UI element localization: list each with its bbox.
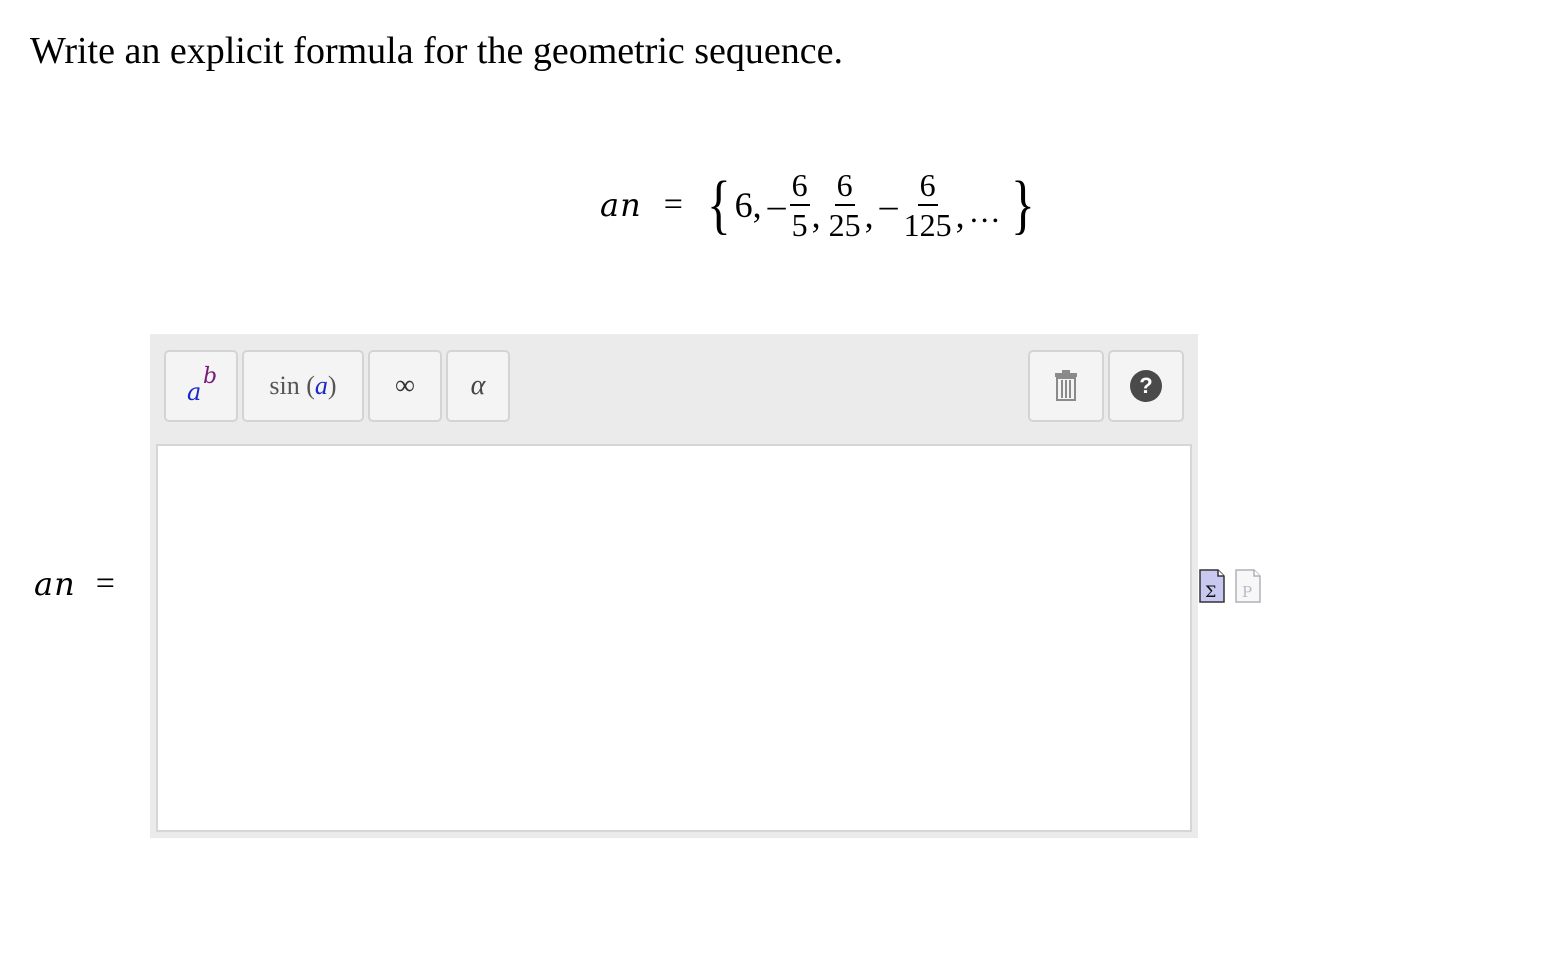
fraction-denominator: 5 [791,207,808,243]
fraction-numerator: 6 [834,166,855,206]
fraction-numerator: 6 [789,166,810,206]
help-button[interactable]: ? [1108,350,1184,422]
term-3-fraction: 6 25 [827,166,863,244]
term-4-fraction: 6 125 [902,166,954,244]
sin-label: sin [269,371,300,400]
sequence-display: an = { 6 , – 6 5 , 6 25 , – 6 125 , … } [600,160,1038,250]
alpha-icon: α [470,370,486,401]
ellipsis: … [968,193,1001,229]
answer-variable: an [34,565,76,603]
power-base: a [187,378,202,406]
equals-sign: = [95,565,115,602]
question-prompt: Write an explicit formula for the geomet… [30,30,844,72]
infinity-icon: ∞ [395,370,415,401]
comma: , [811,195,821,235]
fraction-denominator: 25 [828,207,861,243]
paren-close: ) [327,371,337,400]
close-brace: } [1010,168,1035,241]
sin-argument: a [314,371,328,400]
svg-text:P: P [1242,583,1252,601]
term-2-fraction: 6 5 [789,166,810,244]
svg-text:Σ: Σ [1205,582,1216,601]
minus-sign: – [767,185,786,225]
math-editor: a b sin (a) ∞ α ? [150,334,1198,838]
infinity-button[interactable]: ∞ [368,350,442,422]
comma: , [752,185,762,225]
paren-open: ( [306,371,315,400]
term-1: 6 [734,185,753,225]
help-icon: ? [1130,370,1162,402]
greek-letters-button[interactable]: α [446,350,510,422]
sequence-variable: an [600,186,642,224]
minus-sign: – [879,185,898,225]
power-icon: a b [183,364,219,406]
sigma-icon[interactable]: Σ [1198,568,1226,604]
answer-label: an = [34,565,115,603]
fraction-denominator: 125 [903,207,952,243]
document-p-icon[interactable]: P [1234,568,1262,604]
clear-button[interactable] [1028,350,1104,422]
function-button[interactable]: sin (a) [242,350,364,422]
open-brace: { [706,168,731,241]
trash-icon [1055,370,1077,401]
comma: , [864,195,874,235]
comma: , [955,195,965,235]
answer-input[interactable] [156,444,1192,832]
power-exponent: b [203,364,218,389]
equals-sign: = [663,186,683,223]
power-button[interactable]: a b [164,350,238,422]
fraction-numerator: 6 [917,166,938,206]
